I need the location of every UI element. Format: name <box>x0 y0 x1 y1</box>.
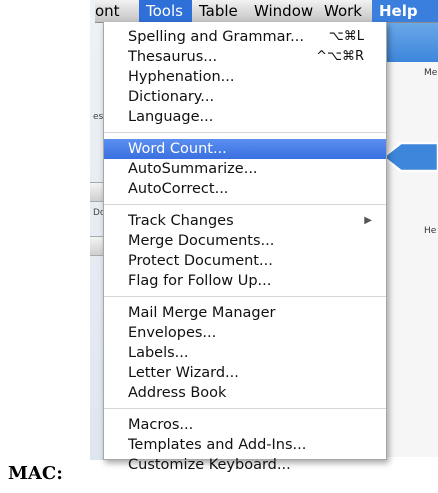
menu-item-letter-wizard[interactable]: Letter Wizard... <box>104 363 386 383</box>
dialog-title-bar <box>384 22 438 62</box>
menu-separator <box>104 204 386 205</box>
menu-item-label: Dictionary... <box>128 89 215 105</box>
menu-item-label: Language... <box>128 109 214 125</box>
menu-item-address-book[interactable]: Address Book <box>104 383 386 403</box>
dialog-label: He <box>424 226 437 236</box>
submenu-arrow-icon: ▶ <box>364 215 372 226</box>
background-text: es <box>93 112 104 122</box>
menu-item-label: Thesaurus... <box>128 49 218 65</box>
menu-item-label: Letter Wizard... <box>128 365 239 381</box>
menubar-item-tools[interactable]: Tools <box>139 0 192 22</box>
menu-item-label: Word Count... <box>128 141 227 157</box>
menu-item-label: Track Changes <box>128 213 234 229</box>
menu-item-label: Flag for Follow Up... <box>128 273 272 289</box>
menu-item-dictionary[interactable]: Dictionary... <box>104 87 386 107</box>
menu-item-label: AutoCorrect... <box>128 181 229 197</box>
menu-item-label: Templates and Add-Ins... <box>128 437 307 453</box>
menu-item-merge-documents[interactable]: Merge Documents... <box>104 231 386 251</box>
menu-item-autosummarize[interactable]: AutoSummarize... <box>104 159 386 179</box>
menu-item-label: Hyphenation... <box>128 69 235 85</box>
menu-item-track-changes[interactable]: Track Changes ▶ <box>104 211 386 231</box>
menu-item-label: Address Book <box>128 385 227 401</box>
menu-item-label: Labels... <box>128 345 189 361</box>
menu-item-label: Mail Merge Manager <box>128 305 276 321</box>
dialog-label: Me <box>424 68 438 78</box>
background-dialog: Me He <box>383 22 438 457</box>
menu-item-label: Spelling and Grammar... <box>128 29 304 45</box>
menu-item-templates-and-add-ins[interactable]: Templates and Add-Ins... <box>104 435 386 455</box>
menubar-item-format[interactable]: ont <box>95 0 137 22</box>
menu-item-envelopes[interactable]: Envelopes... <box>104 323 386 343</box>
menu-item-mail-merge-manager[interactable]: Mail Merge Manager <box>104 303 386 323</box>
menu-item-flag-for-follow-up[interactable]: Flag for Follow Up... <box>104 271 386 291</box>
menu-item-shortcut: ⌥⌘L <box>328 29 364 44</box>
menu-item-customize-keyboard[interactable]: Customize Keyboard... <box>104 455 386 475</box>
menubar-item-help[interactable]: Help <box>372 0 438 22</box>
menu-item-spelling-and-grammar[interactable]: Spelling and Grammar... ⌥⌘L <box>104 27 386 47</box>
platform-label: MAC: <box>8 463 63 484</box>
menu-item-hyphenation[interactable]: Hyphenation... <box>104 67 386 87</box>
menu-item-autocorrect[interactable]: AutoCorrect... <box>104 179 386 199</box>
menu-item-protect-document[interactable]: Protect Document... <box>104 251 386 271</box>
menubar-item-work[interactable]: Work <box>317 0 367 22</box>
callout-arrow-icon <box>381 141 438 173</box>
menu-item-label: Protect Document... <box>128 253 273 269</box>
menu-item-labels[interactable]: Labels... <box>104 343 386 363</box>
menu-item-macros[interactable]: Macros... <box>104 415 386 435</box>
menu-item-thesaurus[interactable]: Thesaurus... ^⌥⌘R <box>104 47 386 67</box>
menubar-item-window[interactable]: Window <box>247 0 317 22</box>
menu-item-language[interactable]: Language... <box>104 107 386 127</box>
menu-item-shortcut: ^⌥⌘R <box>316 49 364 64</box>
menu-item-label: AutoSummarize... <box>128 161 258 177</box>
menu-item-label: Macros... <box>128 417 194 433</box>
menu-separator <box>104 296 386 297</box>
menu-separator <box>104 408 386 409</box>
menu-item-label: Customize Keyboard... <box>128 457 291 473</box>
tools-menu-dropdown: Spelling and Grammar... ⌥⌘L Thesaurus... ^⌥… <box>103 22 387 473</box>
menu-item-word-count[interactable]: Word Count... <box>104 139 386 159</box>
menu-separator <box>104 132 386 133</box>
menu-item-label: Envelopes... <box>128 325 217 341</box>
menu-item-label: Merge Documents... <box>128 233 275 249</box>
menubar-item-table[interactable]: Table <box>192 0 247 22</box>
menu-bar: ont Tools Table Window Work Help <box>95 0 438 23</box>
